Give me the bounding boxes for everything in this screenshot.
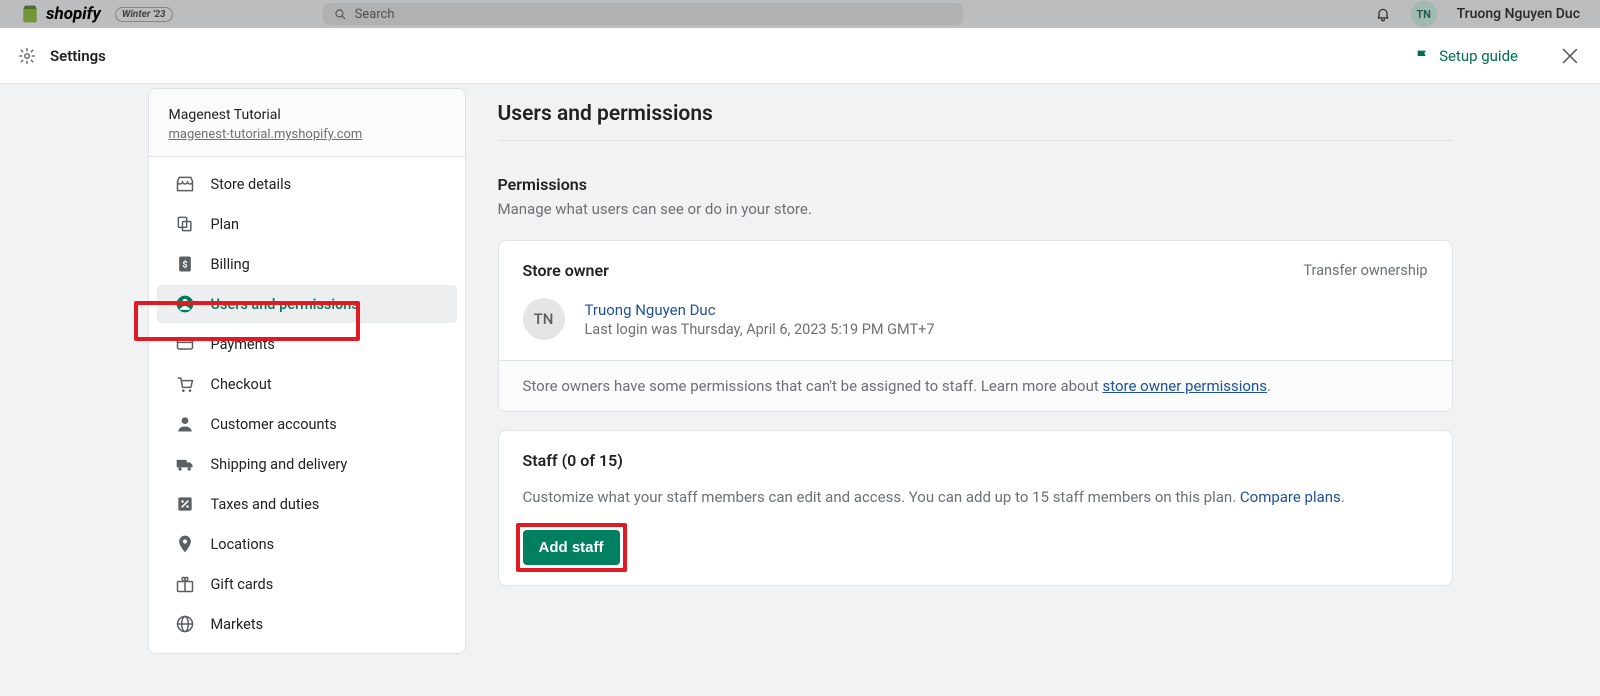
edition-badge: Winter '23 (115, 7, 173, 22)
settings-modal-body: Magenest Tutorial magenest-tutorial.mysh… (0, 84, 1600, 696)
global-search[interactable]: Search (323, 3, 963, 25)
storefront-icon (175, 174, 195, 194)
nav-label: Users and permissions (211, 296, 359, 313)
search-icon (333, 7, 347, 21)
settings-nav: Store details Plan $ Billing Users and p… (149, 157, 465, 653)
gear-icon (18, 47, 36, 65)
brand-text: shopify (46, 4, 101, 24)
globe-icon (175, 614, 195, 634)
compare-plans-link[interactable]: Compare plans (1240, 488, 1341, 506)
nav-label: Taxes and duties (211, 496, 320, 513)
gift-icon (175, 574, 195, 594)
owner-footer-text: Store owners have some permissions that … (523, 377, 1103, 395)
search-placeholder: Search (355, 7, 395, 22)
background-app-bar: shopify Winter '23 Search TN Truong Nguy… (0, 0, 1600, 28)
nav-locations[interactable]: Locations (157, 525, 457, 563)
pin-icon (175, 534, 195, 554)
nav-label: Gift cards (211, 576, 274, 593)
store-url-link[interactable]: magenest-tutorial.myshopify.com (169, 127, 445, 142)
store-name: Magenest Tutorial (169, 107, 445, 123)
user-name[interactable]: Truong Nguyen Duc (1457, 6, 1580, 22)
shopify-bag-icon (20, 4, 40, 24)
plan-icon (175, 214, 195, 234)
owner-last-login: Last login was Thursday, April 6, 2023 5… (585, 321, 935, 338)
store-owner-label: Store owner (523, 261, 609, 280)
permissions-heading: Permissions (498, 175, 1453, 194)
nav-gift-cards[interactable]: Gift cards (157, 565, 457, 603)
user-avatar-small[interactable]: TN (1411, 1, 1437, 27)
nav-users-permissions[interactable]: Users and permissions (157, 285, 457, 323)
nav-label: Shipping and delivery (211, 456, 348, 473)
nav-label: Payments (211, 336, 275, 353)
cart-icon (175, 374, 195, 394)
nav-shipping[interactable]: Shipping and delivery (157, 445, 457, 483)
person-icon (175, 414, 195, 434)
permissions-sub: Manage what users can see or do in your … (498, 200, 1453, 218)
nav-billing[interactable]: $ Billing (157, 245, 457, 283)
nav-customer-accounts[interactable]: Customer accounts (157, 405, 457, 443)
staff-description: Customize what your staff members can ed… (523, 488, 1428, 506)
nav-taxes[interactable]: Taxes and duties (157, 485, 457, 523)
staff-desc-text: Customize what your staff members can ed… (523, 488, 1240, 506)
settings-modal-header: Settings Setup guide (0, 28, 1600, 84)
card-icon (175, 334, 195, 354)
nav-payments[interactable]: Payments (157, 325, 457, 363)
settings-sidebar: Magenest Tutorial magenest-tutorial.mysh… (148, 88, 466, 654)
percent-icon (175, 494, 195, 514)
truck-icon (175, 454, 195, 474)
notifications-icon[interactable] (1375, 6, 1391, 22)
user-circle-icon (175, 294, 195, 314)
add-staff-button[interactable]: Add staff (523, 530, 620, 565)
owner-footer-post: . (1267, 377, 1271, 395)
title-divider (498, 140, 1453, 141)
setup-guide-label: Setup guide (1439, 47, 1518, 65)
transfer-ownership-link[interactable]: Transfer ownership (1303, 262, 1427, 279)
nav-store-details[interactable]: Store details (157, 165, 457, 203)
nav-markets[interactable]: Markets (157, 605, 457, 643)
nav-label: Locations (211, 536, 275, 553)
sidebar-store-block: Magenest Tutorial magenest-tutorial.mysh… (149, 89, 465, 157)
billing-icon: $ (175, 254, 195, 274)
nav-plan[interactable]: Plan (157, 205, 457, 243)
nav-checkout[interactable]: Checkout (157, 365, 457, 403)
owner-avatar: TN (523, 298, 565, 340)
nav-label: Customer accounts (211, 416, 337, 433)
staff-title: Staff (0 of 15) (523, 451, 1428, 470)
store-owner-card: Store owner Transfer ownership TN Truong… (498, 240, 1453, 412)
page-title: Users and permissions (498, 102, 1453, 126)
owner-permissions-link[interactable]: store owner permissions (1102, 377, 1267, 395)
staff-card: Staff (0 of 15) Customize what your staf… (498, 430, 1453, 586)
svg-text:$: $ (182, 259, 187, 270)
modal-title: Settings (50, 47, 106, 65)
close-button[interactable] (1558, 44, 1582, 68)
close-icon (1559, 45, 1581, 67)
nav-label: Billing (211, 256, 250, 273)
staff-desc-post: . (1341, 488, 1345, 506)
nav-label: Markets (211, 616, 264, 633)
nav-label: Checkout (211, 376, 272, 393)
flag-icon (1415, 48, 1431, 64)
setup-guide-link[interactable]: Setup guide (1415, 47, 1518, 65)
shopify-logo: shopify Winter '23 (20, 4, 173, 24)
owner-card-footer: Store owners have some permissions that … (499, 360, 1452, 411)
nav-label: Store details (211, 176, 292, 193)
nav-label: Plan (211, 216, 240, 233)
owner-name-link[interactable]: Truong Nguyen Duc (585, 301, 935, 319)
main-content: Users and permissions Permissions Manage… (466, 88, 1453, 634)
